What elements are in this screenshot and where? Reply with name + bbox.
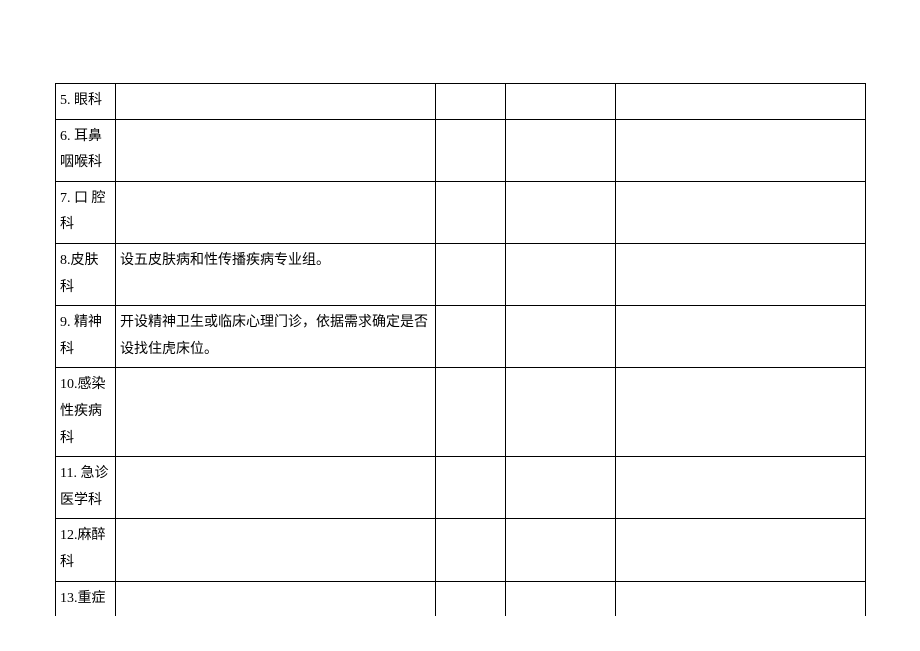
cell-col3 [436, 306, 506, 368]
cell-col4 [506, 368, 616, 457]
cell-col4 [506, 457, 616, 519]
cell-desc [116, 84, 436, 120]
table-row: 11. 急诊医学科 [56, 457, 866, 519]
table-row: 6. 耳鼻咽喉科 [56, 119, 866, 181]
cell-dept: 7. 口 腔科 [56, 181, 116, 243]
cell-col4 [506, 243, 616, 305]
table-row: 5. 眼科 [56, 84, 866, 120]
cell-desc [116, 119, 436, 181]
cell-col5 [616, 84, 866, 120]
cell-col4 [506, 306, 616, 368]
table-row: 9. 精神科 开设精神卫生或临床心理门诊，依据需求确定是否设找住虎床位。 [56, 306, 866, 368]
cell-dept: 12.麻醉科 [56, 519, 116, 581]
cell-col4 [506, 84, 616, 120]
cell-dept: 9. 精神科 [56, 306, 116, 368]
cell-col5 [616, 581, 866, 616]
cell-col4 [506, 519, 616, 581]
cell-col5 [616, 368, 866, 457]
cell-col4 [506, 581, 616, 616]
cell-col3 [436, 457, 506, 519]
cell-col5 [616, 306, 866, 368]
cell-dept: 6. 耳鼻咽喉科 [56, 119, 116, 181]
table-row: 8.皮肤科 设五皮肤病和性传播疾病专业组。 [56, 243, 866, 305]
cell-col3 [436, 243, 506, 305]
table-row: 12.麻醉科 [56, 519, 866, 581]
table-row: 13.重症 [56, 581, 866, 616]
table-row: 10.感染性疾病科 [56, 368, 866, 457]
cell-desc [116, 457, 436, 519]
cell-desc [116, 181, 436, 243]
cell-col3 [436, 119, 506, 181]
cell-col4 [506, 181, 616, 243]
cell-col5 [616, 519, 866, 581]
cell-col5 [616, 243, 866, 305]
cell-col3 [436, 181, 506, 243]
cell-col5 [616, 119, 866, 181]
cell-dept: 8.皮肤科 [56, 243, 116, 305]
cell-desc: 开设精神卫生或临床心理门诊，依据需求确定是否设找住虎床位。 [116, 306, 436, 368]
cell-dept: 11. 急诊医学科 [56, 457, 116, 519]
cell-col4 [506, 119, 616, 181]
cell-col3 [436, 581, 506, 616]
cell-dept: 5. 眼科 [56, 84, 116, 120]
cell-desc [116, 368, 436, 457]
department-table: 5. 眼科 6. 耳鼻咽喉科 7. 口 腔科 8.皮肤科 设五皮肤病和性传播疾病… [55, 83, 866, 616]
cell-desc: 设五皮肤病和性传播疾病专业组。 [116, 243, 436, 305]
cell-dept: 13.重症 [56, 581, 116, 616]
cell-col5 [616, 181, 866, 243]
cell-col3 [436, 519, 506, 581]
table-row: 7. 口 腔科 [56, 181, 866, 243]
cell-col3 [436, 368, 506, 457]
cell-desc [116, 519, 436, 581]
cell-dept: 10.感染性疾病科 [56, 368, 116, 457]
cell-col3 [436, 84, 506, 120]
cell-desc [116, 581, 436, 616]
cell-col5 [616, 457, 866, 519]
